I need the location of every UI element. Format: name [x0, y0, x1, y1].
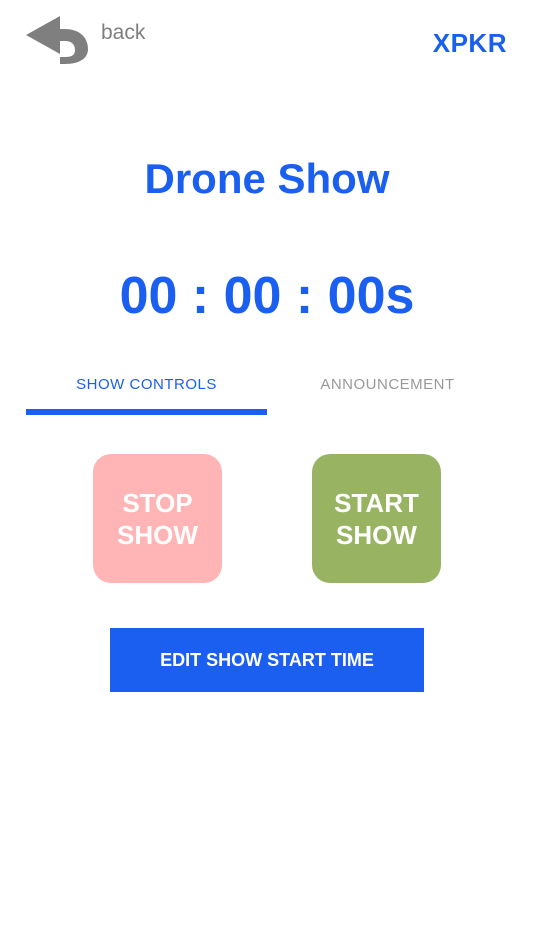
back-label: back — [101, 21, 146, 44]
tab-show-controls[interactable]: SHOW CONTROLS — [26, 362, 267, 416]
stop-show-label-line1: STOP — [122, 487, 193, 518]
back-button[interactable]: back — [24, 12, 145, 68]
tab-announcement[interactable]: ANNOUNCEMENT — [267, 362, 508, 416]
countdown-timer: 00 : 00 : 00s — [119, 267, 415, 325]
start-show-label-line1: START — [334, 487, 419, 518]
brand-logo[interactable]: XPKR — [433, 28, 507, 59]
tab-bar: SHOW CONTROLS ANNOUNCEMENT — [26, 362, 508, 416]
edit-show-start-time-button[interactable]: EDIT SHOW START TIME — [110, 628, 424, 692]
start-show-button[interactable]: START SHOW — [312, 454, 441, 583]
stop-show-button[interactable]: STOP SHOW — [93, 454, 222, 583]
undo-arrow-icon — [26, 16, 88, 64]
active-tab-indicator — [26, 409, 267, 415]
stop-show-label-line2: SHOW — [117, 519, 198, 550]
edit-show-start-time-label: EDIT SHOW START TIME — [160, 649, 374, 670]
start-show-label-line2: SHOW — [336, 519, 417, 550]
page-title: Drone Show — [144, 155, 390, 202]
